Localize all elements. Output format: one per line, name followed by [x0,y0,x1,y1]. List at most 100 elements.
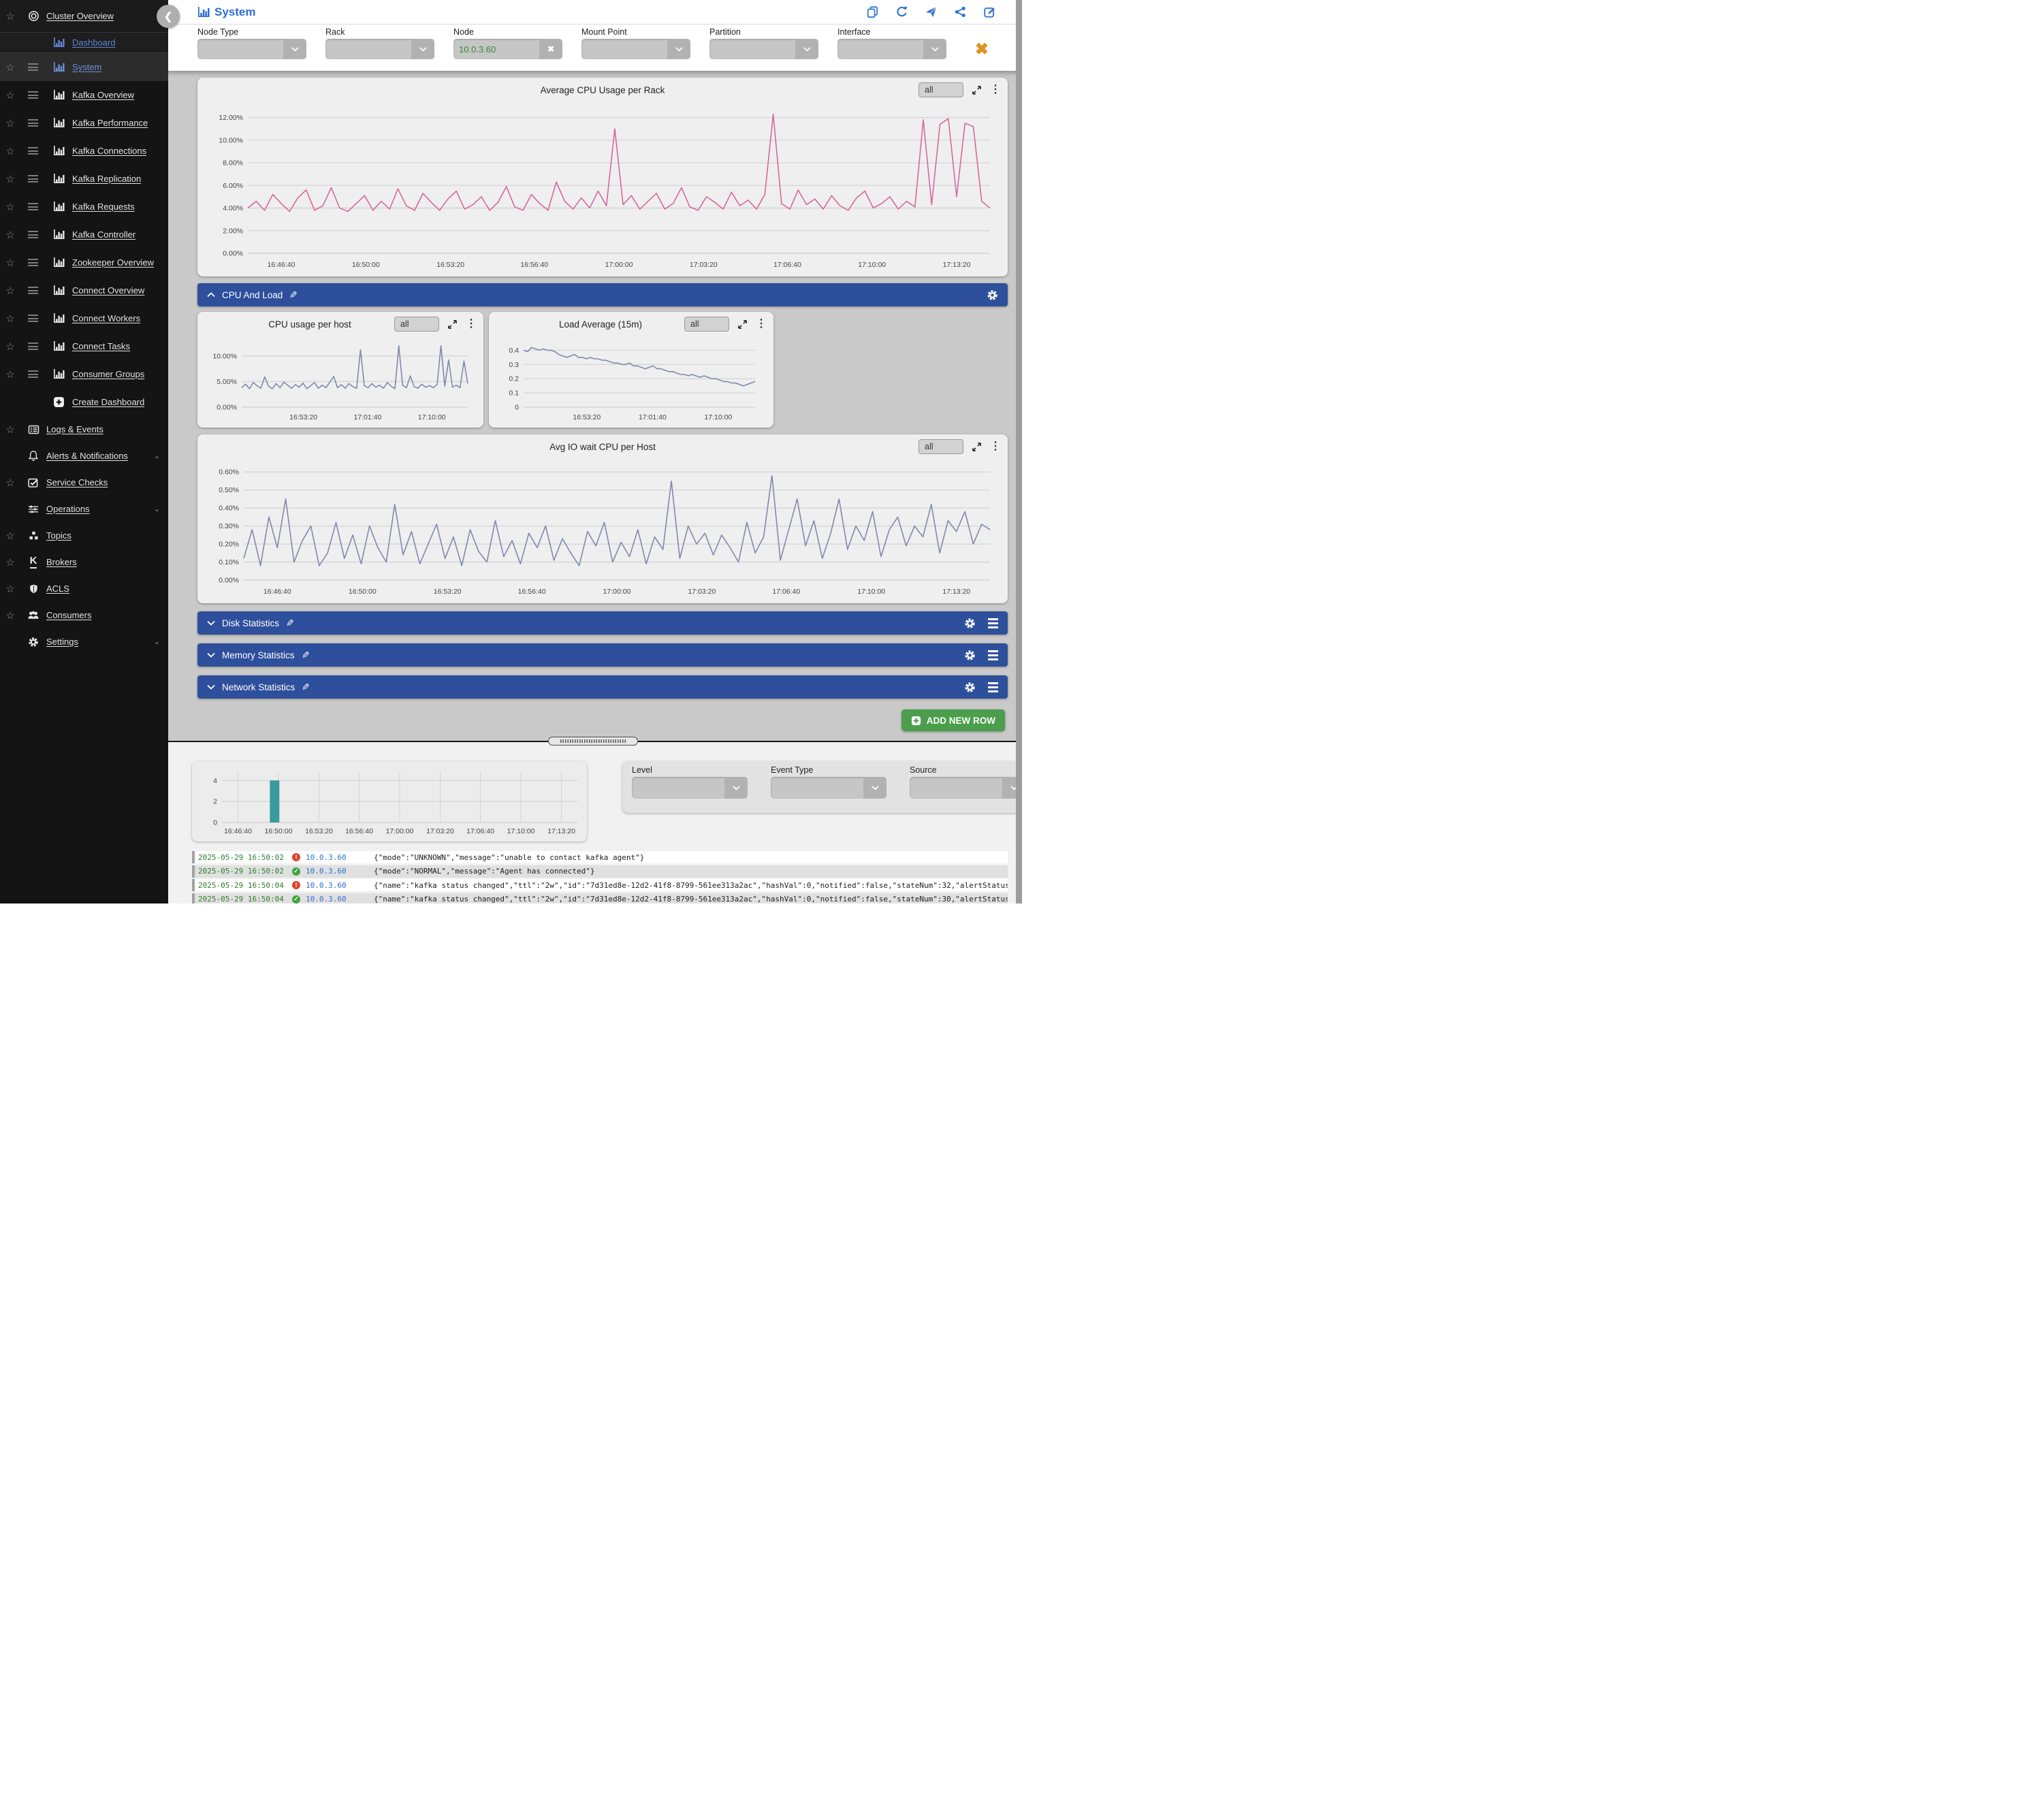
pencil-icon[interactable]: ✎ [286,618,294,629]
log-host[interactable]: 10.0.3.60 [306,895,374,904]
sidebar-item-label[interactable]: Cluster Overview [46,11,114,21]
star-icon[interactable]: ☆ [0,368,20,381]
chevron-down-icon[interactable]: ⌄ [154,451,160,460]
mount-point-select[interactable] [581,39,690,59]
drag-handle-icon[interactable] [20,119,45,127]
series-select[interactable]: all [919,439,963,454]
sidebar-item-system[interactable]: ☆ System [0,53,168,81]
chevron-down-icon[interactable] [207,620,215,626]
refresh-icon[interactable] [896,6,908,18]
star-icon[interactable]: ☆ [0,285,20,297]
sidebar-item-connect-tasks[interactable]: ☆Connect Tasks [0,332,168,360]
partition-select[interactable] [709,39,818,59]
star-icon[interactable]: ☆ [0,313,20,325]
star-icon[interactable]: ☆ [0,556,20,569]
event-log-row[interactable]: 2025-05-29 16:50:04!10.0.3.60{"name":"ka… [192,879,1008,891]
sidebar-item-label[interactable]: Service Checks [46,477,108,487]
chevron-down-icon[interactable] [863,777,887,799]
sidebar-item-label[interactable]: Kafka Replication [72,174,141,184]
log-host[interactable]: 10.0.3.60 [306,853,374,862]
io-wait-chart[interactable]: 0.00%0.10%0.20%0.30%0.40%0.50%0.60%16:46… [204,458,1001,598]
sidebar-item-zookeeper-overview[interactable]: ☆Zookeeper Overview [0,249,168,276]
sidebar-item-label[interactable]: Connect Workers [72,313,140,323]
sidebar-item-label[interactable]: Connect Overview [72,285,144,295]
log-host[interactable]: 10.0.3.60 [306,867,374,876]
sidebar-item-label[interactable]: Kafka Requests [72,202,135,212]
star-icon[interactable]: ☆ [0,609,20,622]
edit-icon[interactable] [984,6,995,18]
add-new-row-button[interactable]: ADD NEW ROW [901,709,1005,731]
close-filters-icon[interactable]: ✖ [975,39,1006,59]
sidebar-item-consumers[interactable]: ☆ Consumers [0,602,168,628]
log-host[interactable]: 10.0.3.60 [306,881,374,890]
copy-icon[interactable] [867,6,878,18]
sidebar-item-label[interactable]: Kafka Connections [72,146,146,156]
star-icon[interactable]: ☆ [0,530,20,542]
drag-handle-icon[interactable] [20,259,45,266]
drag-handle-icon[interactable] [20,63,45,71]
cpu-per-host-chart[interactable]: 0.00%5.00%10.00%16:53:2017:01:4017:10:00 [204,335,477,423]
star-icon[interactable]: ☆ [0,10,20,22]
node-type-select[interactable] [197,39,306,59]
sidebar-item-label[interactable]: Kafka Performance [72,118,148,128]
chevron-down-icon[interactable] [724,777,748,799]
sidebar-item-label[interactable]: System [72,62,101,72]
section-row-cpu-and-load[interactable]: CPU And Load ✎ [197,283,1008,306]
gear-icon[interactable] [964,650,976,661]
vertical-scrollbar[interactable] [1016,0,1022,904]
send-icon[interactable] [925,6,937,18]
sidebar-item-logs-events[interactable]: ☆Logs & Events [0,416,168,443]
clear-icon[interactable]: ✖ [539,39,562,59]
avg-cpu-rack-chart[interactable]: 0.00%2.00%4.00%6.00%8.00%10.00%12.00%16:… [204,101,1001,271]
star-icon[interactable]: ☆ [0,61,20,74]
sidebar-item-connect-overview[interactable]: ☆ Connect Overview [0,276,168,304]
event-type-select[interactable] [771,777,887,799]
drag-handle-icon[interactable] [20,175,45,182]
section-row-disk-statistics[interactable]: Disk Statistics ✎ [197,611,1008,635]
gear-icon[interactable] [964,618,976,629]
pencil-icon[interactable]: ✎ [302,650,310,661]
chevron-down-icon[interactable] [411,39,434,59]
load-average-chart[interactable]: 00.10.20.30.416:53:2017:01:4017:10:00 [496,335,766,423]
star-icon[interactable]: ☆ [0,117,20,129]
sidebar-item-label[interactable]: Zookeeper Overview [72,257,154,268]
star-icon[interactable]: ☆ [0,89,20,101]
drag-handle-icon[interactable] [20,147,45,155]
star-icon[interactable]: ☆ [0,583,20,595]
star-icon[interactable]: ☆ [0,173,20,185]
kebab-menu-icon[interactable]: ⋮ [756,319,767,330]
sidebar-item-operations[interactable]: Operations⌄ [0,496,168,522]
sidebar-item-consumer-groups[interactable]: ☆Consumer Groups [0,360,168,388]
gear-icon[interactable] [964,682,976,693]
sidebar-item-create-dashboard[interactable]: Create Dashboard [0,388,168,416]
drag-handle-icon[interactable] [20,203,45,210]
sidebar-item-kafka-overview[interactable]: ☆ Kafka Overview [0,81,168,109]
star-icon[interactable]: ☆ [0,477,20,489]
gear-icon[interactable] [987,289,998,301]
section-row-network-statistics[interactable]: Network Statistics ✎ [197,675,1008,699]
drag-handle-icon[interactable] [20,231,45,238]
sidebar-item-topics[interactable]: ☆Topics [0,522,168,549]
series-select[interactable]: all [684,317,729,332]
rack-select[interactable] [325,39,434,59]
menu-icon[interactable] [988,682,998,692]
star-icon[interactable]: ☆ [0,229,20,241]
kebab-menu-icon[interactable]: ⋮ [990,84,1001,95]
event-log-row[interactable]: 2025-05-29 16:50:04✓10.0.3.60{"name":"ka… [192,893,1008,904]
interface-select[interactable] [837,39,946,59]
star-icon[interactable]: ☆ [0,201,20,213]
sidebar-item-label[interactable]: Consumers [46,610,91,620]
sidebar-item-kafka-replication[interactable]: ☆ Kafka Replication [0,165,168,193]
star-icon[interactable]: ☆ [0,423,20,436]
expand-icon[interactable] [972,442,982,452]
chevron-down-icon[interactable] [923,39,946,59]
chevron-up-icon[interactable] [207,292,215,298]
sidebar-item-brokers[interactable]: ☆KBrokers [0,549,168,575]
kebab-menu-icon[interactable]: ⋮ [466,319,477,330]
node-select[interactable]: 10.0.3.60✖ [453,39,562,59]
series-select[interactable]: all [394,317,439,332]
menu-icon[interactable] [988,650,998,660]
sidebar-item-label[interactable]: Kafka Overview [72,90,134,100]
event-log-row[interactable]: 2025-05-29 16:50:02!10.0.3.60{"mode":"UN… [192,851,1008,863]
sidebar-item-kafka-performance[interactable]: ☆ Kafka Performance [0,109,168,137]
